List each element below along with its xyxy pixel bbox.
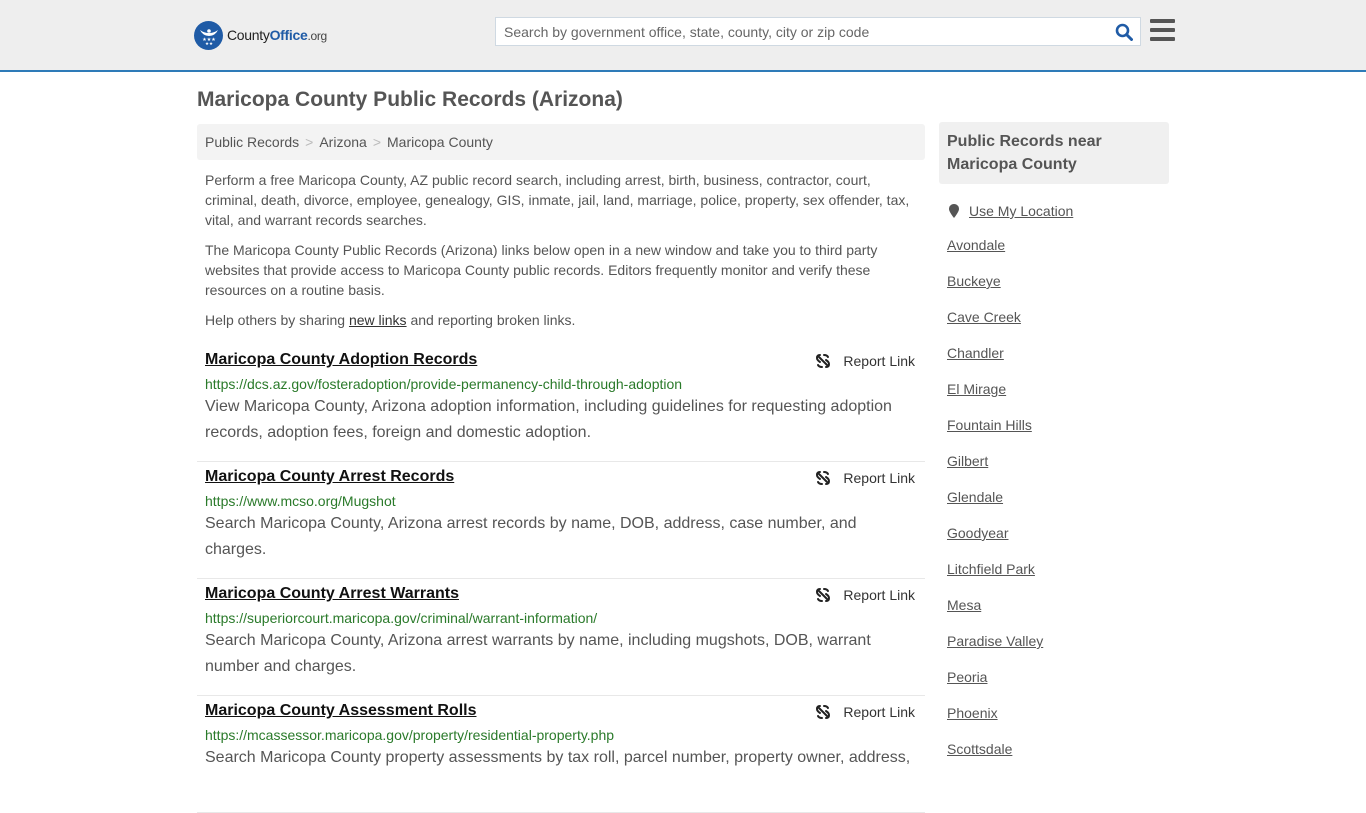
use-my-location-link[interactable]: Use My Location	[969, 203, 1073, 219]
intro-paragraph-2: The Maricopa County Public Records (Ariz…	[205, 242, 878, 298]
city-item: Avondale	[947, 237, 1169, 273]
breadcrumb-public-records[interactable]: Public Records	[205, 134, 299, 150]
record-url: https://mcassessor.maricopa.gov/property…	[205, 727, 615, 743]
use-location: Use My Location	[939, 203, 1169, 219]
record-item: Maricopa County Arrest Warrants Report L…	[197, 579, 925, 696]
city-item: Mesa	[947, 597, 1169, 633]
report-link-button[interactable]: Report Link	[815, 704, 915, 720]
record-title-link[interactable]: Maricopa County Arrest Warrants	[205, 585, 459, 603]
city-item: Litchfield Park	[947, 561, 1169, 597]
city-item: Peoria	[947, 669, 1169, 705]
record-title-link[interactable]: Maricopa County Arrest Records	[205, 468, 454, 486]
city-link[interactable]: Fountain Hills	[947, 417, 1032, 433]
record-url: https://dcs.az.gov/fosteradoption/provid…	[205, 376, 683, 392]
city-link[interactable]: Goodyear	[947, 525, 1008, 541]
search-button[interactable]	[1108, 18, 1140, 45]
search-bar	[495, 17, 1141, 46]
record-item: Maricopa County Adoption Records Report …	[197, 345, 925, 462]
record-description: Search Maricopa County property assessme…	[205, 749, 911, 766]
intro-paragraph-3: Help others by sharing new links and rep…	[205, 312, 576, 328]
hamburger-menu-icon[interactable]	[1150, 19, 1175, 43]
breadcrumb: Public Records > Arizona > Maricopa County	[197, 124, 925, 160]
city-link[interactable]: Gilbert	[947, 453, 988, 469]
breadcrumb-separator: >	[305, 134, 314, 150]
city-link[interactable]: Litchfield Park	[947, 561, 1035, 577]
city-item: Buckeye	[947, 273, 1169, 309]
record-url: https://www.mcso.org/Mugshot	[205, 493, 396, 509]
city-link[interactable]: Peoria	[947, 669, 987, 685]
svg-text:★★: ★★	[204, 41, 212, 46]
city-item: Chandler	[947, 345, 1169, 381]
city-item: Paradise Valley	[947, 633, 1169, 669]
eagle-logo-icon: ★★★ ★★	[194, 20, 223, 50]
broken-link-icon	[816, 705, 831, 719]
sidebar: Public Records near Maricopa County Use …	[939, 122, 1169, 777]
city-link[interactable]: Paradise Valley	[947, 633, 1043, 649]
city-item: Scottsdale	[947, 741, 1169, 777]
record-title-link[interactable]: Maricopa County Adoption Records	[205, 351, 477, 369]
city-link[interactable]: El Mirage	[947, 381, 1006, 397]
record-description: Search Maricopa County, Arizona arrest w…	[205, 632, 871, 675]
city-item: Cave Creek	[947, 309, 1169, 345]
new-links-link[interactable]: new links	[349, 312, 407, 328]
city-item: Glendale	[947, 489, 1169, 525]
breadcrumb-arizona[interactable]: Arizona	[319, 134, 366, 150]
sidebar-heading: Public Records near Maricopa County	[939, 122, 1169, 184]
record-title-link[interactable]: Maricopa County Assessment Rolls	[205, 702, 476, 720]
record-item: Maricopa County Arrest Records Report Li…	[197, 462, 925, 579]
broken-link-icon	[816, 471, 831, 485]
city-link[interactable]: Phoenix	[947, 705, 998, 721]
broken-link-icon	[816, 354, 831, 368]
site-logo[interactable]: ★★★ ★★ CountyOffice.org	[194, 20, 327, 50]
city-item: Gilbert	[947, 453, 1169, 489]
nearby-cities-list: Avondale Buckeye Cave Creek Chandler El …	[939, 237, 1169, 777]
logo-wordmark: CountyOffice.org	[227, 27, 327, 43]
city-link[interactable]: Mesa	[947, 597, 981, 613]
page-title: Maricopa County Public Records (Arizona)	[197, 88, 623, 111]
breadcrumb-separator: >	[372, 134, 381, 150]
city-item: El Mirage	[947, 381, 1169, 417]
intro-paragraph-1: Perform a free Maricopa County, AZ publi…	[205, 172, 910, 228]
city-item: Fountain Hills	[947, 417, 1169, 453]
city-link[interactable]: Glendale	[947, 489, 1003, 505]
report-link-button[interactable]: Report Link	[815, 587, 915, 603]
report-link-button[interactable]: Report Link	[815, 353, 915, 369]
record-description: Search Maricopa County, Arizona arrest r…	[205, 515, 857, 558]
breadcrumb-maricopa-county[interactable]: Maricopa County	[387, 134, 493, 150]
records-list: Maricopa County Adoption Records Report …	[197, 345, 925, 813]
intro-text: Perform a free Maricopa County, AZ publi…	[205, 170, 917, 340]
record-description: View Maricopa County, Arizona adoption i…	[205, 398, 892, 441]
city-link[interactable]: Cave Creek	[947, 309, 1021, 325]
city-link[interactable]: Buckeye	[947, 273, 1001, 289]
record-item: Maricopa County Assessment Rolls Report …	[197, 696, 925, 813]
search-input[interactable]	[496, 18, 1108, 45]
report-link-button[interactable]: Report Link	[815, 470, 915, 486]
site-header: ★★★ ★★ CountyOffice.org	[0, 0, 1366, 72]
search-icon	[1115, 23, 1133, 41]
map-marker-icon	[949, 204, 959, 218]
city-link[interactable]: Chandler	[947, 345, 1004, 361]
city-item: Phoenix	[947, 705, 1169, 741]
record-url: https://superiorcourt.maricopa.gov/crimi…	[205, 610, 598, 626]
broken-link-icon	[816, 588, 831, 602]
city-item: Goodyear	[947, 525, 1169, 561]
city-link[interactable]: Avondale	[947, 237, 1005, 253]
city-link[interactable]: Scottsdale	[947, 741, 1012, 757]
